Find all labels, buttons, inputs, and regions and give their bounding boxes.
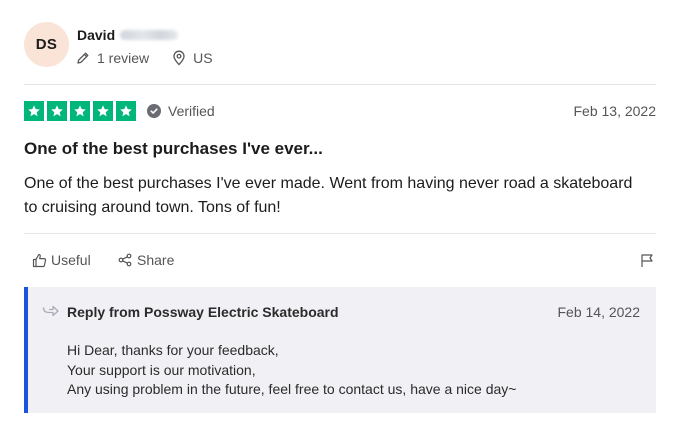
review-date: Feb 13, 2022 — [573, 103, 656, 119]
verified-badge[interactable]: Verified — [147, 102, 215, 120]
reply-title: Reply from Possway Electric Skateboard — [67, 304, 339, 320]
reply-line: Any using problem in the future, feel fr… — [67, 381, 517, 397]
reply-body: Hi Dear, thanks for your feedback, Your … — [67, 341, 516, 400]
verified-label: Verified — [168, 103, 215, 119]
reviewer-name[interactable]: David — [77, 27, 115, 43]
star-rating — [24, 101, 136, 121]
check-circle-icon — [147, 104, 161, 118]
redacted-surname — [120, 30, 179, 40]
star-icon — [70, 101, 90, 121]
divider — [24, 84, 656, 85]
divider — [24, 233, 656, 234]
share-icon — [117, 252, 133, 268]
review-body: One of the best purchases I've ever made… — [24, 175, 633, 216]
reply-line: Hi Dear, thanks for your feedback, — [67, 342, 279, 358]
share-button[interactable]: Share — [117, 251, 174, 269]
location-pin-icon — [171, 50, 187, 66]
reviewer-meta: 1 review US — [75, 49, 213, 67]
review-count: 1 review — [97, 50, 150, 66]
reply-arrow-icon — [42, 304, 60, 318]
star-icon — [47, 101, 67, 121]
star-icon — [93, 101, 113, 121]
reply-date: Feb 14, 2022 — [557, 304, 640, 320]
useful-button[interactable]: Useful — [31, 251, 91, 269]
avatar: DS — [24, 22, 69, 67]
reviewer-country: US — [193, 50, 213, 66]
thumbs-up-icon — [31, 252, 47, 268]
useful-label: Useful — [51, 252, 91, 268]
reply-line: Your support is our motivation, — [67, 361, 256, 378]
share-label: Share — [137, 252, 175, 268]
review-title: One of the best purchases I've ever... — [24, 139, 323, 158]
pencil-icon — [75, 50, 91, 66]
reviewer-name-row[interactable]: David — [77, 26, 179, 44]
star-icon — [24, 101, 44, 121]
company-reply: Reply from Possway Electric Skateboard F… — [24, 287, 656, 413]
star-icon — [116, 101, 136, 121]
flag-icon[interactable] — [639, 252, 655, 268]
